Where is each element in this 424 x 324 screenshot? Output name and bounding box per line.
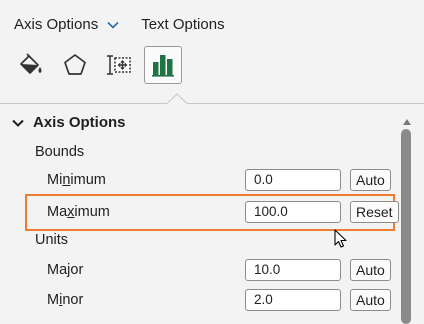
axis-options-panel: Axis Options Bounds Minimum 0.0 Auto Max… xyxy=(0,106,400,324)
units-label: Units xyxy=(35,232,69,248)
major-auto-button[interactable]: Auto xyxy=(350,259,391,281)
maximum-reset-button[interactable]: Reset xyxy=(350,201,399,223)
axis-options-section-header[interactable]: Axis Options xyxy=(12,114,126,131)
fill-line-icon[interactable] xyxy=(12,46,50,84)
major-input[interactable]: 10.0 xyxy=(245,259,341,281)
minor-label: Minor xyxy=(47,292,84,308)
maximum-label: Maximum xyxy=(47,204,110,220)
category-icons xyxy=(12,46,188,84)
mouse-cursor-icon xyxy=(334,229,348,254)
axis-options-icon[interactable] xyxy=(144,46,182,84)
chevron-expanded-icon xyxy=(12,114,33,131)
bounds-label: Bounds xyxy=(35,144,85,160)
minimum-label: Minimum xyxy=(47,172,106,188)
section-title: Axis Options xyxy=(33,114,126,131)
scrollbar-thumb[interactable] xyxy=(401,129,411,324)
divider xyxy=(0,93,424,105)
scroll-up-icon[interactable] xyxy=(402,114,412,125)
tab-axis-options[interactable]: Axis Options xyxy=(14,16,119,33)
minor-auto-button[interactable]: Auto xyxy=(350,289,391,311)
tab-text-options[interactable]: Text Options xyxy=(141,16,224,33)
tab-text-options-label: Text Options xyxy=(141,15,225,33)
minimum-auto-button[interactable]: Auto xyxy=(350,169,391,191)
major-label: Major xyxy=(47,262,84,278)
minor-input[interactable]: 2.0 xyxy=(245,289,341,311)
chevron-down-icon[interactable] xyxy=(107,16,119,33)
size-properties-icon[interactable] xyxy=(100,46,138,84)
maximum-input[interactable]: 100.0 xyxy=(245,201,341,223)
minimum-input[interactable]: 0.0 xyxy=(245,169,341,191)
effects-icon[interactable] xyxy=(56,46,94,84)
tab-axis-options-label: Axis Options xyxy=(14,15,99,33)
options-tabs: Axis Options Text Options xyxy=(14,12,225,36)
